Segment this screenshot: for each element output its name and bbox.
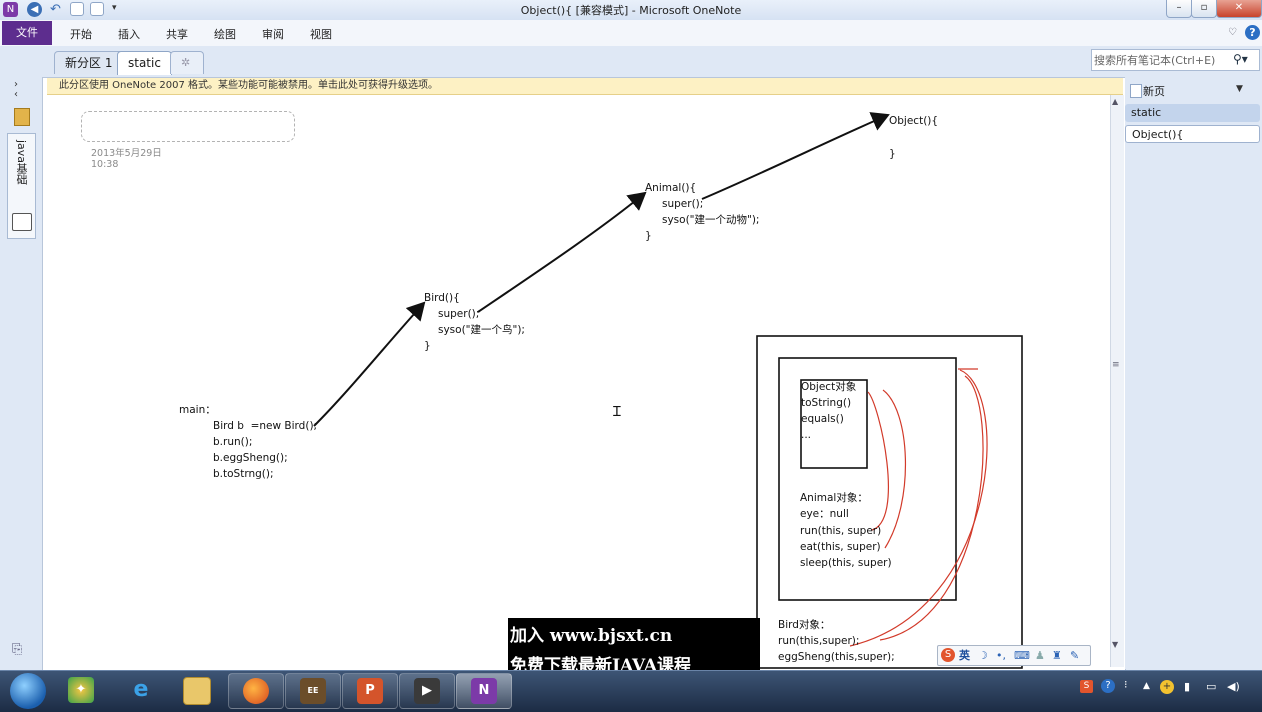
- bird-line: }: [424, 340, 431, 352]
- object-line: }: [889, 148, 896, 160]
- new-page-button[interactable]: 新页: [1143, 83, 1165, 99]
- media-tool-icon: ▶: [414, 678, 440, 704]
- text-cursor-icon: Ɪ: [613, 404, 621, 420]
- tray-flag-icon[interactable]: ▮: [1184, 680, 1190, 693]
- taskbar-app[interactable]: [170, 673, 224, 707]
- red-ink-link-3: [849, 369, 988, 647]
- page-tabs-panel: [1125, 77, 1262, 669]
- bird-box-title: Bird对象：: [778, 619, 831, 631]
- animal-line: super();: [662, 198, 704, 210]
- user-icon[interactable]: ♟: [1035, 646, 1045, 665]
- object-box-line: ...: [801, 429, 812, 441]
- sogou-icon[interactable]: S: [941, 648, 955, 662]
- animal-box-title: Animal对象：: [800, 492, 868, 504]
- main-line: b.toStrng();: [213, 468, 274, 480]
- animal-line: syso("建一个动物");: [662, 214, 760, 226]
- animal-box-line: sleep(this, super): [800, 557, 892, 569]
- windows-start-icon[interactable]: [10, 673, 46, 709]
- bird-line: syso("建一个鸟");: [438, 324, 525, 336]
- animal-box-line: eat(this, super): [800, 541, 881, 553]
- show-hidden-icons[interactable]: ▲: [1143, 681, 1150, 691]
- explorer-folder-icon: [183, 677, 211, 705]
- main-label: main：: [179, 404, 216, 416]
- new-page-dropdown-icon[interactable]: ▼: [1236, 84, 1243, 94]
- ink-drawing: [313, 112, 1023, 669]
- animal-box-line: run(this, super): [800, 525, 882, 537]
- animal-line: }: [645, 230, 652, 242]
- javaee-ide-icon: EE: [300, 678, 326, 704]
- bird-box-line: eggSheng(this,super);: [778, 651, 895, 663]
- new-page-icon: [1130, 84, 1142, 98]
- taskbar-app-active[interactable]: N: [456, 673, 512, 709]
- page-item-static[interactable]: static: [1125, 104, 1260, 122]
- taskbar-app[interactable]: ▶: [399, 673, 455, 709]
- main-line: b.run();: [213, 436, 253, 448]
- network-icon[interactable]: ▭: [1206, 680, 1216, 693]
- ime-lang[interactable]: 英: [959, 646, 970, 665]
- sogou-tray-icon[interactable]: S: [1080, 680, 1093, 693]
- volume-icon[interactable]: ◀): [1227, 680, 1240, 693]
- powerpoint-icon: P: [357, 678, 383, 704]
- red-ink-link-2: [867, 391, 889, 531]
- ie-icon: e: [133, 677, 149, 702]
- bird-line: super();: [438, 308, 480, 320]
- arrow-bird-to-animal: [477, 191, 647, 313]
- object-constructor: Object(){: [889, 115, 939, 127]
- tray-status-icon[interactable]: ⁝: [1124, 678, 1128, 691]
- animal-constructor: Animal(){: [645, 182, 697, 194]
- taskbar-app[interactable]: P: [342, 673, 398, 709]
- keyboard-icon[interactable]: ⌨: [1014, 646, 1030, 665]
- arrow-animal-to-object: [701, 112, 890, 200]
- page-item-object[interactable]: Object(){: [1125, 125, 1260, 143]
- bird-box-line: run(this,super);: [778, 635, 860, 647]
- arrow-main-to-bird: [313, 301, 426, 427]
- bird-constructor: Bird(){: [424, 292, 460, 304]
- object-box-line: toString(): [801, 397, 852, 409]
- object-box-line: equals(): [801, 413, 844, 425]
- punctuation-icon[interactable]: •,: [996, 646, 1006, 665]
- onenote-icon: N: [471, 678, 497, 704]
- firefox-icon: [243, 678, 269, 704]
- half-width-icon[interactable]: ☽: [978, 646, 988, 665]
- taskbar-app[interactable]: EE: [285, 673, 341, 709]
- skin-icon[interactable]: ♜: [1052, 646, 1062, 665]
- ime-toolbar[interactable]: S 英 ☽ •, ⌨ ♟ ♜ ✎: [937, 645, 1091, 666]
- main-line: Bird b =new Bird();: [213, 420, 318, 432]
- settings-wrench-icon[interactable]: ✎: [1070, 646, 1079, 665]
- taskbar-app[interactable]: ✦: [54, 673, 108, 707]
- taskbar-app[interactable]: e: [114, 673, 168, 707]
- red-ink-link-1: [882, 389, 906, 549]
- main-line: b.eggSheng();: [213, 452, 288, 464]
- object-box-title: Object对象: [801, 381, 857, 393]
- pinwheel-app-icon: ✦: [68, 677, 94, 703]
- watermark-line1: 加入 www.bjsxt.cn: [510, 626, 673, 646]
- tray-add-icon[interactable]: +: [1160, 680, 1174, 694]
- animal-box-line: eye：null: [800, 508, 849, 520]
- help-tray-icon[interactable]: ?: [1101, 679, 1115, 693]
- taskbar-app[interactable]: [228, 673, 284, 709]
